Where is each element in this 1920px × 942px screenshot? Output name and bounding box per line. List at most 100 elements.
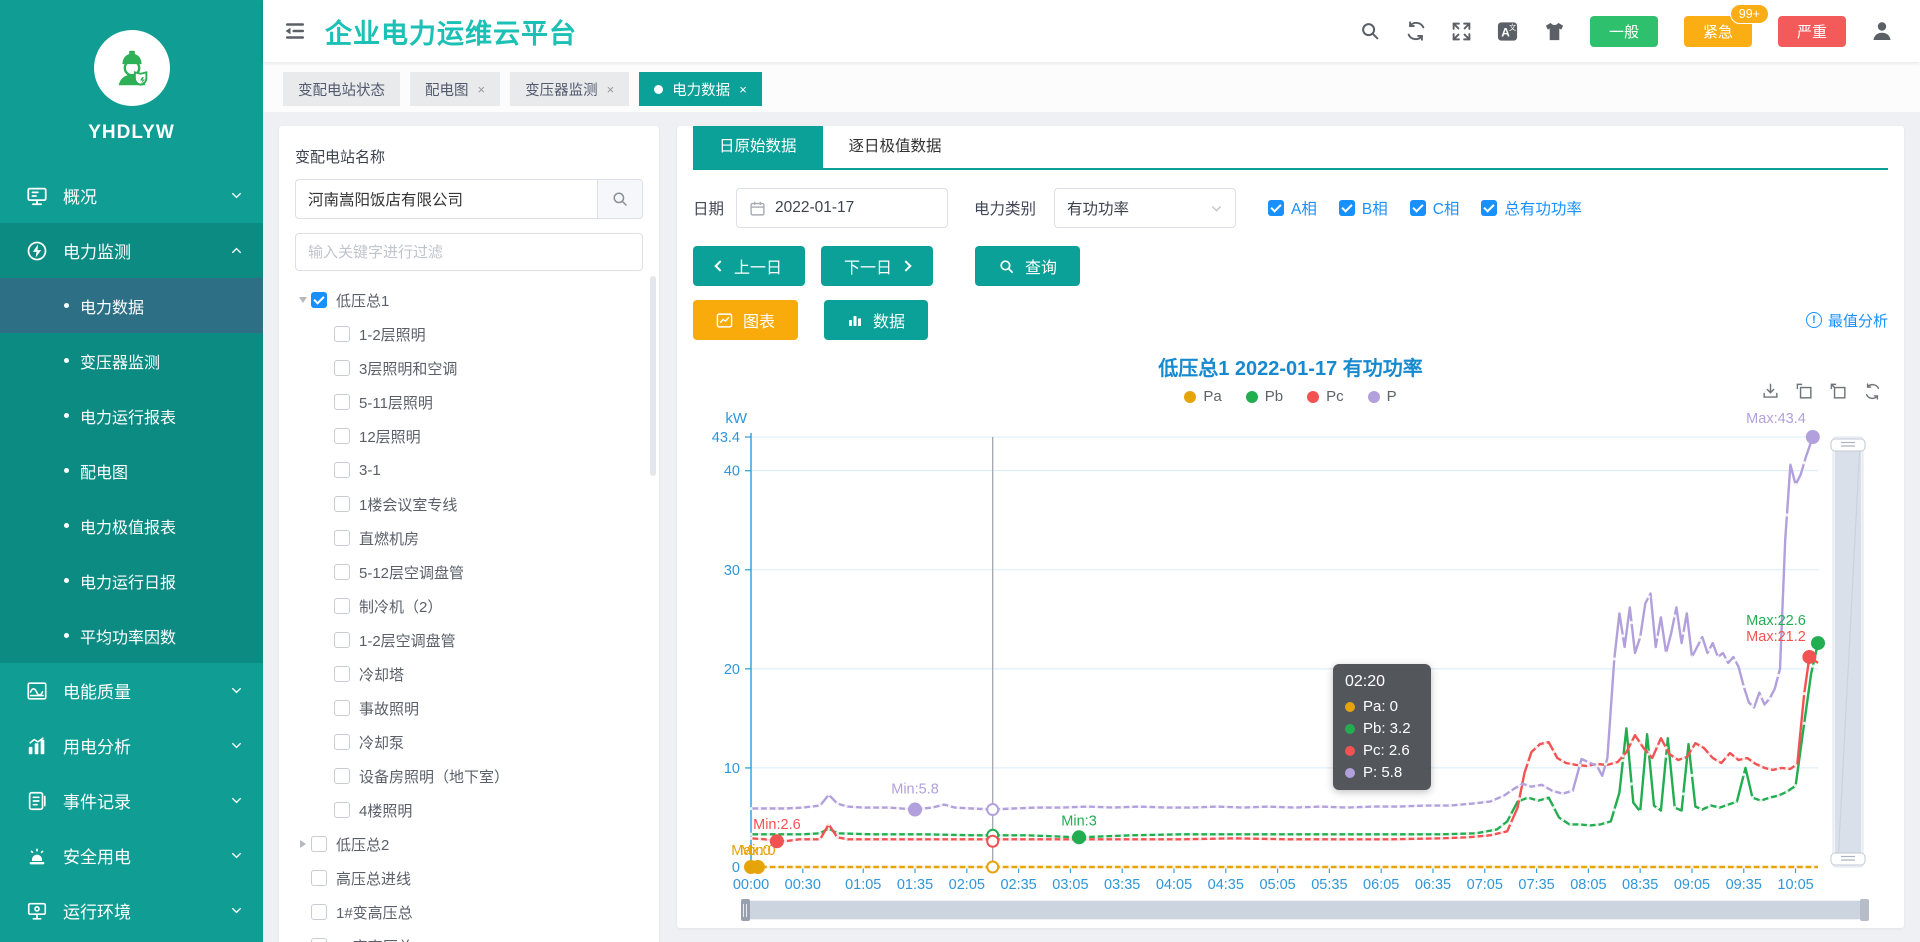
checkbox-icon[interactable]: [1481, 200, 1497, 216]
nav-tab-电力数据[interactable]: 电力数据×: [639, 72, 762, 106]
legend-item-P[interactable]: P: [1368, 388, 1397, 405]
sidebar-item[interactable]: 事件记录: [0, 773, 263, 828]
alarm-button-一般[interactable]: 一般: [1590, 16, 1658, 47]
tshirt-icon[interactable]: [1543, 20, 1566, 43]
alarm-button-紧急[interactable]: 紧急99+: [1684, 16, 1752, 47]
sidebar-subitem[interactable]: 电力运行日报: [0, 553, 263, 608]
data-tab-日原始数据[interactable]: 日原始数据: [693, 126, 823, 168]
phase-checkbox-A相[interactable]: A相: [1268, 197, 1317, 219]
tree-checkbox[interactable]: [334, 428, 350, 444]
sidebar-subitem[interactable]: 变压器监测: [0, 333, 263, 388]
data-tab-逐日极值数据[interactable]: 逐日极值数据: [823, 126, 968, 168]
tree-filter-input[interactable]: [295, 233, 643, 271]
checkbox-icon[interactable]: [1410, 200, 1426, 216]
query-button[interactable]: 查询: [975, 246, 1080, 286]
caret-down-icon[interactable]: [299, 297, 307, 303]
sidebar-item[interactable]: 安全用电: [0, 828, 263, 883]
tree-checkbox[interactable]: [334, 666, 350, 682]
tree-checkbox[interactable]: [334, 360, 350, 376]
tree-checkbox[interactable]: [311, 292, 327, 308]
tree-node[interactable]: 低压总1: [295, 283, 643, 317]
sidebar-item[interactable]: 电力监测: [0, 223, 263, 278]
tree-node[interactable]: 12层照明: [295, 419, 643, 453]
fullscreen-icon[interactable]: [1451, 21, 1472, 42]
zoom-reset-icon[interactable]: [1829, 382, 1848, 401]
sidebar-subitem[interactable]: 电力数据: [0, 278, 263, 333]
nav-tab-变配电站状态[interactable]: 变配电站状态: [283, 72, 400, 106]
tree-checkbox[interactable]: [334, 768, 350, 784]
tree-checkbox[interactable]: [334, 462, 350, 478]
tree-node[interactable]: 5-11层照明: [295, 385, 643, 419]
sidebar-item[interactable]: 运行环境: [0, 883, 263, 938]
nav-tab-配电图[interactable]: 配电图×: [410, 72, 500, 106]
tree-checkbox[interactable]: [311, 836, 327, 852]
sidebar-subitem[interactable]: 配电图: [0, 443, 263, 498]
phase-checkbox-总有功功率[interactable]: 总有功功率: [1481, 197, 1582, 219]
tree-checkbox[interactable]: [334, 496, 350, 512]
tree-checkbox[interactable]: [311, 938, 327, 942]
tree-scrollbar[interactable]: [650, 276, 656, 476]
tree-node[interactable]: 2#变高压总: [295, 929, 643, 942]
nav-tab-变压器监测[interactable]: 变压器监测×: [510, 72, 629, 106]
search-icon[interactable]: [1359, 20, 1381, 42]
tree-node[interactable]: 冷却泵: [295, 725, 643, 759]
tree-node[interactable]: 1-2层照明: [295, 317, 643, 351]
phase-checkbox-C相[interactable]: C相: [1410, 197, 1460, 219]
tree-checkbox[interactable]: [334, 802, 350, 818]
tree-node[interactable]: 设备房照明（地下室）: [295, 759, 643, 793]
tree-node[interactable]: 制冷机（2）: [295, 589, 643, 623]
menu-fold-icon[interactable]: [283, 19, 307, 43]
date-picker[interactable]: 2022-01-17: [736, 188, 948, 228]
data-view-button[interactable]: 数据: [824, 300, 928, 340]
sidebar-item[interactable]: 电能质量: [0, 663, 263, 718]
restore-icon[interactable]: [1863, 382, 1882, 401]
tree-checkbox[interactable]: [334, 598, 350, 614]
tree-checkbox[interactable]: [334, 632, 350, 648]
close-icon[interactable]: ×: [607, 82, 615, 97]
power-type-select[interactable]: 有功功率: [1054, 188, 1236, 228]
station-search-button[interactable]: [597, 179, 643, 219]
translate-icon[interactable]: A 文: [1496, 20, 1519, 43]
tree-checkbox[interactable]: [334, 394, 350, 410]
tree-node[interactable]: 4楼照明: [295, 793, 643, 827]
checkbox-icon[interactable]: [1339, 200, 1355, 216]
tree-node[interactable]: 3-1: [295, 453, 643, 487]
station-search-input[interactable]: [295, 179, 597, 219]
sidebar-item[interactable]: 用电分析: [0, 718, 263, 773]
close-icon[interactable]: ×: [478, 82, 486, 97]
tree-checkbox[interactable]: [334, 564, 350, 580]
save-image-icon[interactable]: [1761, 382, 1780, 401]
tree-checkbox[interactable]: [334, 530, 350, 546]
phase-checkbox-B相[interactable]: B相: [1339, 197, 1388, 219]
prev-day-button[interactable]: 上一日: [693, 246, 805, 286]
legend-item-Pc[interactable]: Pc: [1307, 388, 1344, 405]
legend-item-Pa[interactable]: Pa: [1184, 388, 1221, 405]
sidebar-subitem[interactable]: 电力极值报表: [0, 498, 263, 553]
tree-node[interactable]: 高压总进线: [295, 861, 643, 895]
alarm-button-严重[interactable]: 严重: [1778, 16, 1846, 47]
tree-checkbox[interactable]: [311, 870, 327, 886]
tree-checkbox[interactable]: [334, 734, 350, 750]
checkbox-icon[interactable]: [1268, 200, 1284, 216]
tree-node[interactable]: 1-2层空调盘管: [295, 623, 643, 657]
tree-checkbox[interactable]: [334, 326, 350, 342]
sidebar-subitem[interactable]: 平均功率因数: [0, 608, 263, 663]
user-icon[interactable]: [1870, 19, 1894, 43]
data-zoom-icon[interactable]: [1795, 382, 1814, 401]
tree-node[interactable]: 1#变高压总: [295, 895, 643, 929]
tree-node[interactable]: 事故照明: [295, 691, 643, 725]
sidebar-item[interactable]: 概况: [0, 168, 263, 223]
refresh-icon[interactable]: [1405, 20, 1427, 42]
tree-node[interactable]: 冷却塔: [295, 657, 643, 691]
tree-checkbox[interactable]: [334, 700, 350, 716]
tree-node[interactable]: 直燃机房: [295, 521, 643, 555]
legend-item-Pb[interactable]: Pb: [1246, 388, 1283, 405]
chart-view-button[interactable]: 图表: [693, 300, 798, 340]
next-day-button[interactable]: 下一日: [821, 246, 933, 286]
tree-node[interactable]: 3层照明和空调: [295, 351, 643, 385]
tree-node[interactable]: 低压总2: [295, 827, 643, 861]
line-chart[interactable]: 01020304043.4kW00:0000:3001:0501:3502:05…: [693, 409, 1893, 931]
tree-node[interactable]: 5-12层空调盘管: [295, 555, 643, 589]
extreme-analysis-link[interactable]: ! 最值分析: [1806, 310, 1888, 331]
tree-node[interactable]: 1楼会议室专线: [295, 487, 643, 521]
